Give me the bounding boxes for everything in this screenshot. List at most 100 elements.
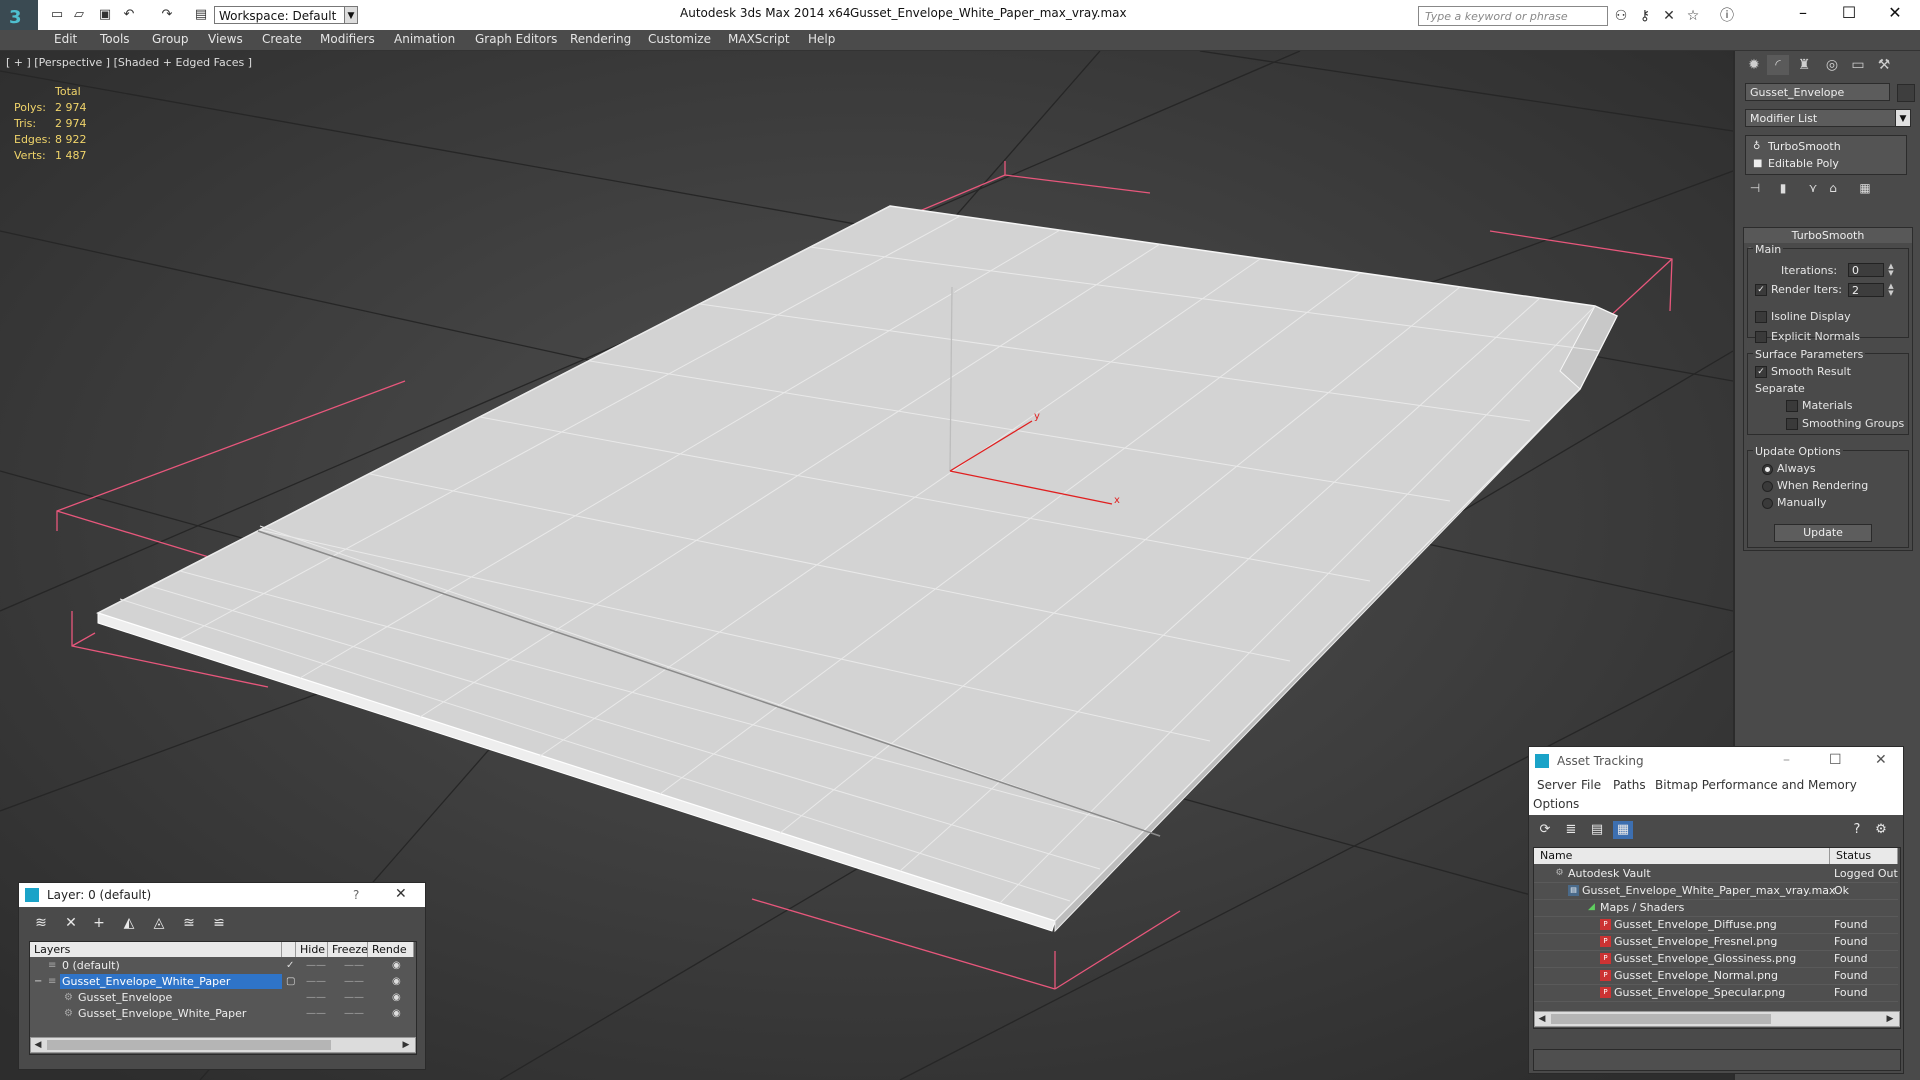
- render-teapot-icon[interactable]: ◉: [392, 1006, 401, 1021]
- hide-toggle[interactable]: ——: [306, 974, 326, 989]
- menu-bitmap-performance[interactable]: Bitmap Performance and Memory: [1655, 778, 1857, 792]
- redo-icon[interactable]: ↷: [158, 6, 176, 24]
- asset-row[interactable]: ▤ Gusset_Envelope_White_Paper_max_vray.m…: [1534, 882, 1898, 900]
- display-tab-icon[interactable]: ▭: [1847, 55, 1869, 75]
- hide-all-layers-icon[interactable]: ≊: [179, 913, 199, 933]
- detail-view-icon[interactable]: ▤: [1587, 821, 1607, 839]
- pin-stack-icon[interactable]: ⊣: [1745, 179, 1765, 197]
- maximize-button[interactable]: ☐: [1829, 752, 1842, 768]
- menu-paths[interactable]: Paths: [1613, 778, 1646, 792]
- render-iters-spinner[interactable]: 2: [1848, 283, 1884, 297]
- asset-tracking-titlebar[interactable]: Asset Tracking – ☐ ✕: [1529, 747, 1903, 775]
- freeze-toggle[interactable]: ——: [344, 974, 364, 989]
- column-header-status[interactable]: Status: [1830, 848, 1898, 864]
- undo-icon[interactable]: ↶: [120, 6, 138, 24]
- key-icon[interactable]: ⚷: [1636, 7, 1654, 25]
- menu-rendering[interactable]: Rendering: [570, 32, 631, 46]
- menu-tools[interactable]: Tools: [100, 32, 130, 46]
- hide-toggle[interactable]: ——: [306, 990, 326, 1005]
- asset-row[interactable]: P Gusset_Envelope_Normal.png Found: [1534, 967, 1898, 985]
- menu-modifiers[interactable]: Modifiers: [320, 32, 375, 46]
- column-header-name[interactable]: Name: [1534, 848, 1830, 864]
- hide-toggle[interactable]: ——: [306, 958, 326, 973]
- delete-layer-icon[interactable]: ✕: [61, 913, 81, 933]
- lightbulb-icon[interactable]: ♁: [1753, 138, 1760, 155]
- menu-animation[interactable]: Animation: [394, 32, 455, 46]
- render-teapot-icon[interactable]: ◉: [392, 958, 401, 973]
- workspace-dropdown[interactable]: Workspace: Default: [214, 6, 354, 24]
- render-teapot-icon[interactable]: ◉: [392, 990, 401, 1005]
- help-button[interactable]: ?: [353, 888, 359, 902]
- collapse-icon[interactable]: −: [34, 974, 42, 989]
- layer-dialog-titlebar[interactable]: Layer: 0 (default) ? ✕: [19, 883, 425, 907]
- scroll-left-icon[interactable]: ◀: [1535, 1012, 1549, 1026]
- chevron-down-icon[interactable]: ▼: [1895, 109, 1911, 127]
- minimize-button[interactable]: –: [1780, 0, 1826, 28]
- add-to-layer-icon[interactable]: +: [89, 913, 109, 933]
- asset-row[interactable]: ◢ Maps / Shaders: [1534, 899, 1898, 917]
- viewport-label-menu[interactable]: [ + ] [Perspective ] [Shaded + Edged Fac…: [6, 56, 252, 69]
- materials-checkbox[interactable]: [1786, 400, 1798, 412]
- help-icon[interactable]: ?: [1847, 821, 1867, 839]
- current-layer-box-icon[interactable]: ▢: [286, 974, 295, 989]
- hide-toggle[interactable]: ——: [306, 1006, 326, 1021]
- spinner-arrows-icon[interactable]: ▲ ▼: [1886, 283, 1896, 297]
- asset-row[interactable]: P Gusset_Envelope_Fresnel.png Found: [1534, 933, 1898, 951]
- favorites-star-icon[interactable]: ☆: [1684, 7, 1702, 25]
- expand-icon[interactable]: ■: [1753, 155, 1762, 172]
- utilities-tab-icon[interactable]: ⚒: [1873, 55, 1895, 75]
- menu-file[interactable]: File: [1581, 778, 1601, 792]
- freeze-toggle[interactable]: ——: [344, 958, 364, 973]
- table-view-icon[interactable]: ▦: [1613, 821, 1633, 839]
- help-icon[interactable]: ⓘ: [1718, 7, 1736, 25]
- spinner-arrows-icon[interactable]: ▲ ▼: [1886, 263, 1896, 277]
- smooth-result-checkbox[interactable]: ✓: [1755, 366, 1767, 378]
- make-unique-icon[interactable]: ⋎: [1803, 179, 1823, 197]
- menu-help[interactable]: Help: [808, 32, 835, 46]
- motion-tab-icon[interactable]: ◎: [1821, 55, 1843, 75]
- column-header-hide[interactable]: Hide: [296, 942, 328, 957]
- rollout-header[interactable]: TurboSmooth: [1744, 228, 1912, 243]
- object-color-swatch[interactable]: [1897, 84, 1915, 102]
- menu-customize[interactable]: Customize: [648, 32, 711, 46]
- horizontal-scrollbar[interactable]: ◀ ▶: [30, 1037, 416, 1053]
- create-layer-icon[interactable]: ≋: [31, 913, 51, 933]
- horizontal-scrollbar[interactable]: ◀ ▶: [1534, 1011, 1900, 1027]
- search-input[interactable]: Type a keyword or phrase: [1418, 6, 1608, 26]
- smoothing-groups-checkbox[interactable]: [1786, 418, 1798, 430]
- render-teapot-icon[interactable]: ◉: [392, 974, 401, 989]
- freeze-toggle[interactable]: ——: [344, 990, 364, 1005]
- scroll-right-icon[interactable]: ▶: [1883, 1012, 1897, 1026]
- menu-server[interactable]: Server: [1537, 778, 1576, 792]
- binoculars-icon[interactable]: ⚇: [1612, 7, 1630, 25]
- layer-row[interactable]: ⚙ Gusset_Envelope_White_Paper —— —— ◉: [30, 1006, 414, 1021]
- open-file-icon[interactable]: ▱: [70, 6, 88, 24]
- asset-row[interactable]: P Gusset_Envelope_Diffuse.png Found: [1534, 916, 1898, 934]
- close-icon[interactable]: ✕: [1875, 752, 1887, 768]
- create-tab-icon[interactable]: ✹: [1743, 55, 1765, 75]
- stack-item-editable-poly[interactable]: ■ Editable Poly: [1746, 155, 1904, 172]
- configure-modifier-sets-icon[interactable]: ▦: [1855, 179, 1875, 197]
- menu-create[interactable]: Create: [262, 32, 302, 46]
- scroll-left-icon[interactable]: ◀: [31, 1038, 45, 1052]
- select-objects-icon[interactable]: ◭: [119, 913, 139, 933]
- minimize-button[interactable]: –: [1783, 752, 1790, 768]
- asset-row[interactable]: P Gusset_Envelope_Specular.png Found: [1534, 984, 1898, 1002]
- highlight-layer-icon[interactable]: ◬: [149, 913, 169, 933]
- refresh-icon[interactable]: ⟳: [1535, 821, 1555, 839]
- isoline-display-checkbox[interactable]: [1755, 311, 1767, 323]
- chevron-down-icon[interactable]: ▼: [344, 6, 358, 24]
- scrollbar-thumb[interactable]: [47, 1040, 331, 1050]
- object-name-field[interactable]: Gusset_Envelope: [1745, 83, 1890, 101]
- hierarchy-tab-icon[interactable]: ♜: [1793, 55, 1815, 75]
- close-icon[interactable]: ✕: [395, 886, 407, 902]
- menu-maxscript[interactable]: MAXScript: [728, 32, 790, 46]
- render-iters-checkbox[interactable]: ✓: [1755, 284, 1767, 296]
- menu-options[interactable]: Options: [1533, 797, 1579, 811]
- menu-edit[interactable]: Edit: [54, 32, 77, 46]
- column-header-layers[interactable]: Layers: [30, 942, 282, 957]
- list-view-icon[interactable]: ≣: [1561, 821, 1581, 839]
- manually-radio[interactable]: [1762, 498, 1773, 509]
- layer-row[interactable]: − ≡ Gusset_Envelope_White_Paper ▢ —— —— …: [30, 974, 414, 989]
- when-rendering-radio[interactable]: [1762, 481, 1773, 492]
